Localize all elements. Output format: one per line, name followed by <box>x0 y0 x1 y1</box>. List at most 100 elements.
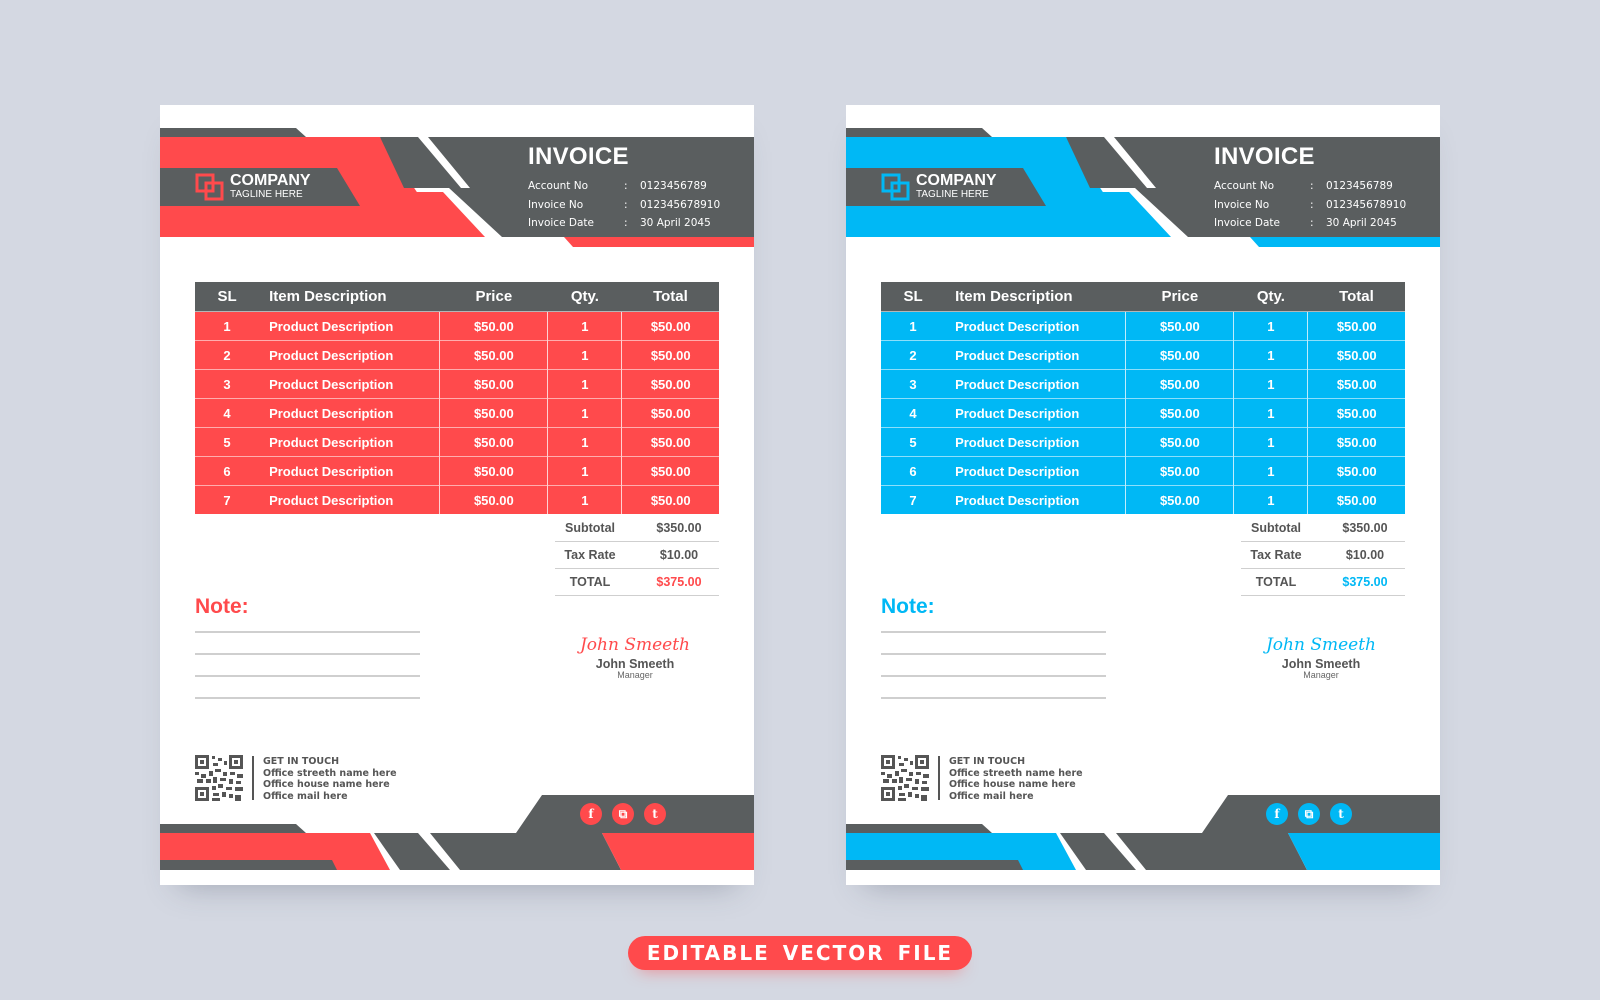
column-header-total[interactable]: Total <box>1307 282 1405 312</box>
cell-qty: 1 <box>547 485 622 514</box>
cell-total: $50.00 <box>621 311 719 341</box>
cell-total: $50.00 <box>1307 485 1405 514</box>
cell-qty: 1 <box>1233 340 1308 370</box>
cell-price: $50.00 <box>1125 485 1234 514</box>
table-row[interactable]: 7 Product Description $50.00 1 $50.00 <box>195 485 719 514</box>
note-line[interactable] <box>881 675 1106 677</box>
cell-description: Product Description <box>259 427 440 457</box>
table-row[interactable]: 6 Product Description $50.00 1 $50.00 <box>195 456 719 486</box>
table-row[interactable]: 4 Product Description $50.00 1 $50.00 <box>195 398 719 428</box>
column-header-description[interactable]: Item Description <box>259 282 440 312</box>
signatory-role: Manager <box>1303 670 1339 680</box>
meta-separator: : <box>1310 199 1314 211</box>
column-header-total[interactable]: Total <box>621 282 719 312</box>
editable-vector-file-banner: EDITABLE VECTOR FILE <box>628 936 972 970</box>
cell-price: $50.00 <box>439 398 548 428</box>
table-row[interactable]: 2 Product Description $50.00 1 $50.00 <box>881 340 1405 370</box>
cell-total: $50.00 <box>621 456 719 486</box>
cell-description: Product Description <box>945 340 1126 370</box>
cell-qty: 1 <box>547 456 622 486</box>
cell-total: $50.00 <box>1307 311 1405 341</box>
cell-sl: 3 <box>195 369 260 399</box>
meta-label: Invoice No <box>1214 199 1270 211</box>
column-header-qty[interactable]: Qty. <box>1233 282 1308 312</box>
table-row[interactable]: 2 Product Description $50.00 1 $50.00 <box>195 340 719 370</box>
table-row[interactable]: 5 Product Description $50.00 1 $50.00 <box>881 427 1405 457</box>
twitter-icon[interactable]: t <box>644 803 666 825</box>
table-row[interactable]: 3 Product Description $50.00 1 $50.00 <box>881 369 1405 399</box>
facebook-icon[interactable]: f <box>580 803 602 825</box>
table-row[interactable]: 1 Product Description $50.00 1 $50.00 <box>195 311 719 341</box>
meta-label: Account No <box>1214 180 1275 192</box>
cell-description: Product Description <box>259 456 440 486</box>
signatory-role: Manager <box>617 670 653 680</box>
items-table: SL Item Description Price Qty. Total 1 Produc… <box>195 282 719 514</box>
table-row[interactable]: 5 Product Description $50.00 1 $50.00 <box>195 427 719 457</box>
cell-sl: 4 <box>881 398 946 428</box>
company-brand: COMPANY TAGLINE HERE <box>916 173 997 201</box>
cell-sl: 1 <box>195 311 260 341</box>
cell-description: Product Description <box>259 485 440 514</box>
table-row[interactable]: 7 Product Description $50.00 1 $50.00 <box>881 485 1405 514</box>
meta-value: 30 April 2045 <box>640 217 711 229</box>
note-line[interactable] <box>881 631 1106 633</box>
totals-value: $10.00 <box>659 548 699 562</box>
cell-sl: 2 <box>195 340 260 370</box>
cell-qty: 1 <box>1233 427 1308 457</box>
note-line[interactable] <box>195 653 420 655</box>
note-line[interactable] <box>195 697 420 699</box>
cell-price: $50.00 <box>439 340 548 370</box>
cell-price: $50.00 <box>1125 398 1234 428</box>
note-line[interactable] <box>195 675 420 677</box>
facebook-icon[interactable]: f <box>1266 803 1288 825</box>
note-label: Note: <box>881 595 935 618</box>
column-header-price[interactable]: Price <box>439 282 548 312</box>
totals-row-total: TOTAL $375.00 <box>1241 569 1405 596</box>
cell-price: $50.00 <box>439 485 548 514</box>
cell-total: $50.00 <box>621 485 719 514</box>
cell-sl: 1 <box>881 311 946 341</box>
cell-qty: 1 <box>1233 456 1308 486</box>
cell-description: Product Description <box>945 427 1126 457</box>
contact-line: Office mail here <box>263 790 348 802</box>
signatory-name: John Smeeth <box>1281 657 1361 671</box>
column-header-price[interactable]: Price <box>1125 282 1234 312</box>
cell-qty: 1 <box>547 311 622 341</box>
cell-description: Product Description <box>259 311 440 341</box>
twitter-icon[interactable]: t <box>1330 803 1352 825</box>
column-header-qty[interactable]: Qty. <box>547 282 622 312</box>
cell-qty: 1 <box>547 398 622 428</box>
column-header-description[interactable]: Item Description <box>945 282 1126 312</box>
instagram-icon[interactable]: ⧉ <box>612 803 634 825</box>
table-row[interactable]: 3 Product Description $50.00 1 $50.00 <box>195 369 719 399</box>
totals-summary: Subtotal $350.00 Tax Rate $10.00 TOTAL $375.0… <box>1241 515 1405 596</box>
column-header-sl[interactable]: SL <box>195 282 260 312</box>
note-line[interactable] <box>881 653 1106 655</box>
table-row[interactable]: 4 Product Description $50.00 1 $50.00 <box>881 398 1405 428</box>
cell-qty: 1 <box>1233 485 1308 514</box>
table-row[interactable]: 1 Product Description $50.00 1 $50.00 <box>881 311 1405 341</box>
meta-value: 30 April 2045 <box>1326 217 1397 229</box>
contact-divider <box>252 756 254 800</box>
cell-sl: 7 <box>195 485 260 514</box>
cell-total: $50.00 <box>621 369 719 399</box>
totals-row-tax-rate: Tax Rate $10.00 <box>555 542 719 569</box>
cell-sl: 6 <box>195 456 260 486</box>
contact-line: Office streeth name here <box>949 767 1083 779</box>
note-line[interactable] <box>881 697 1106 699</box>
cell-description: Product Description <box>945 311 1126 341</box>
cell-total: $50.00 <box>621 427 719 457</box>
cell-description: Product Description <box>945 485 1126 514</box>
column-header-sl[interactable]: SL <box>881 282 946 312</box>
cell-price: $50.00 <box>1125 456 1234 486</box>
cell-qty: 1 <box>1233 398 1308 428</box>
cell-qty: 1 <box>1233 311 1308 341</box>
totals-label: Tax Rate <box>564 548 616 562</box>
instagram-icon[interactable]: ⧉ <box>1298 803 1320 825</box>
totals-label: TOTAL <box>569 575 611 589</box>
meta-separator: : <box>1310 217 1314 229</box>
totals-value: $375.00 <box>656 575 702 589</box>
totals-row-subtotal: Subtotal $350.00 <box>1241 515 1405 542</box>
table-row[interactable]: 6 Product Description $50.00 1 $50.00 <box>881 456 1405 486</box>
note-line[interactable] <box>195 631 420 633</box>
